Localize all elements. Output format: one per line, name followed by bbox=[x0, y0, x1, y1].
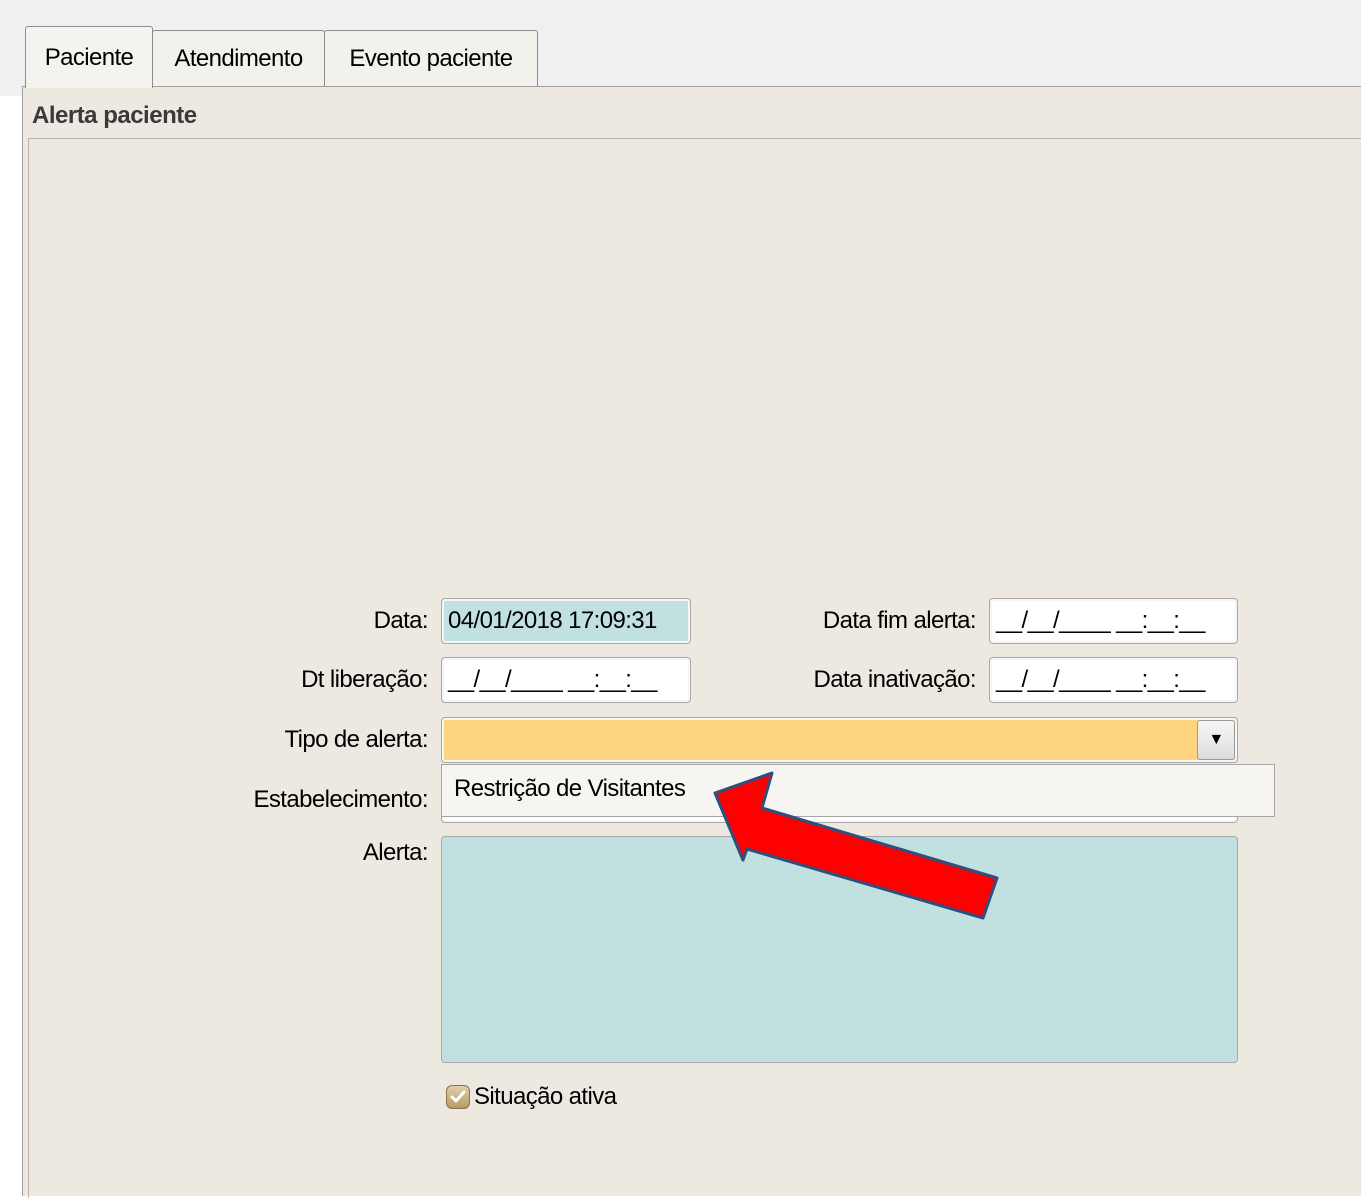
chevron-down-icon: ▼ bbox=[1208, 731, 1224, 748]
situacao-ativa-label: Situação ativa bbox=[474, 1083, 617, 1110]
dt-liberacao-label: Dt liberação: bbox=[301, 666, 429, 693]
app-window: Paciente Atendimento Evento paciente Ale… bbox=[0, 0, 1361, 1198]
situacao-ativa-checkbox-row[interactable]: Situação ativa bbox=[446, 1083, 617, 1111]
dt-liberacao-field[interactable]: __/__/____ __:__:__ bbox=[441, 657, 691, 703]
data-fim-alerta-field[interactable]: __/__/____ __:__:__ bbox=[989, 598, 1238, 644]
tipo-alerta-label: Tipo de alerta: bbox=[284, 726, 428, 753]
data-inativacao-label: Data inativação: bbox=[813, 666, 976, 693]
estabelecimento-label: Estabelecimento: bbox=[253, 786, 428, 813]
data-fim-alerta-label: Data fim alerta: bbox=[822, 607, 977, 634]
tab-evento-paciente[interactable]: Evento paciente bbox=[324, 30, 538, 86]
dropdown-option-restricao-visitantes[interactable]: Restrição de Visitantes bbox=[454, 775, 686, 803]
tab-paciente[interactable]: Paciente bbox=[25, 26, 153, 88]
tab-atendimento[interactable]: Atendimento bbox=[152, 30, 325, 86]
data-field[interactable]: 04/01/2018 17:09:31 bbox=[441, 598, 691, 644]
alerta-label: Alerta: bbox=[362, 839, 429, 866]
data-label: Data: bbox=[373, 607, 429, 634]
annotation-arrow-icon bbox=[713, 771, 999, 920]
data-inativacao-field[interactable]: __/__/____ __:__:__ bbox=[989, 657, 1238, 703]
section-title: Alerta paciente bbox=[32, 102, 197, 129]
situacao-ativa-checkbox[interactable] bbox=[446, 1085, 470, 1109]
tipo-alerta-combo[interactable]: ▼ bbox=[441, 717, 1238, 763]
checkmark-icon bbox=[450, 1090, 466, 1103]
dropdown-button[interactable]: ▼ bbox=[1197, 720, 1235, 760]
